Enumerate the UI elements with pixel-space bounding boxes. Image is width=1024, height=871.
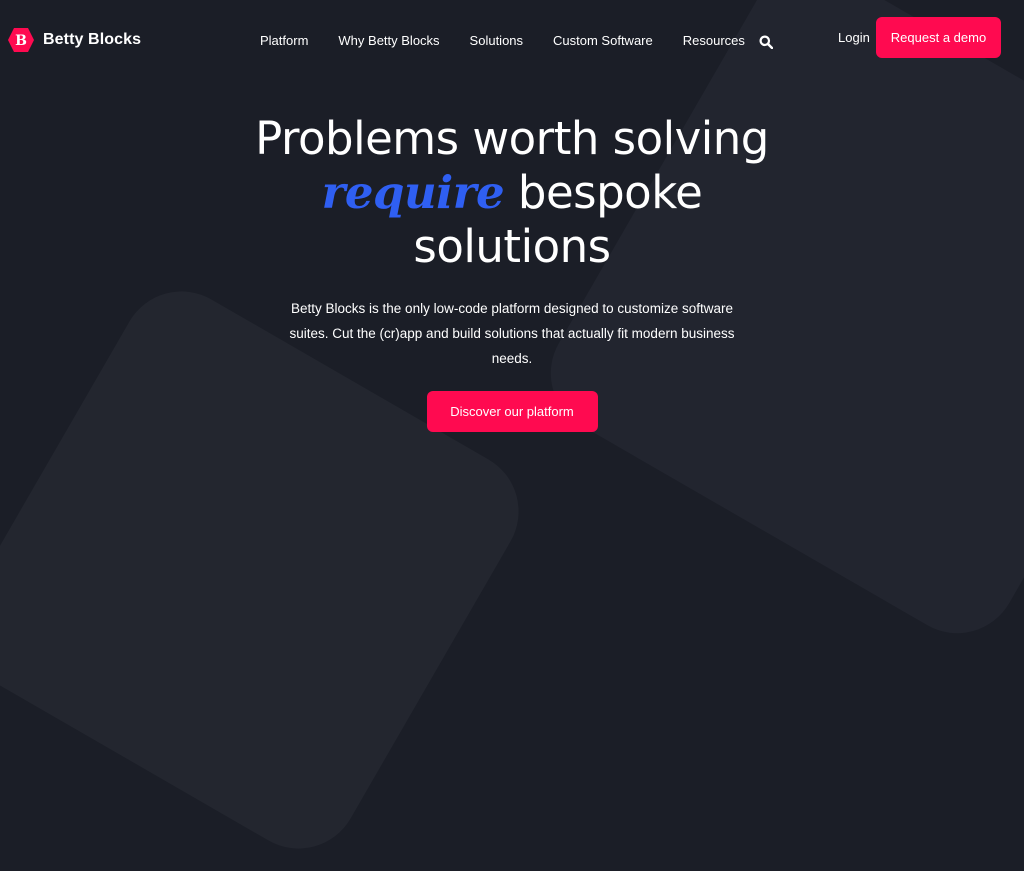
nav-item-resources[interactable]: Resources — [683, 33, 745, 48]
logo-letter: B — [15, 33, 27, 49]
hero-title-line1: Problems worth solving — [255, 112, 769, 165]
hero-title-line2: bespoke — [517, 166, 703, 219]
hero-subtitle: Betty Blocks is the only low-code platfo… — [289, 301, 735, 366]
search-icon[interactable] — [759, 35, 774, 50]
hero-title-line3: solutions — [413, 220, 611, 273]
hexagon-logo-icon: B — [7, 27, 35, 53]
hero-title-accent: require — [321, 166, 505, 219]
request-demo-button[interactable]: Request a demo — [876, 17, 1001, 58]
discover-platform-button[interactable]: Discover our platform — [426, 391, 598, 432]
nav-item-platform[interactable]: Platform — [260, 33, 308, 48]
brand-name: Betty Blocks — [43, 31, 142, 48]
login-link[interactable]: Login — [838, 30, 870, 45]
brand-logo-link[interactable]: B Betty Blocks — [7, 27, 141, 53]
site-header: B Betty Blocks Platform Why Betty Blocks… — [0, 0, 1024, 76]
nav-item-custom-software[interactable]: Custom Software — [553, 33, 653, 48]
hero-title: Problems worth solving require bespoke s… — [0, 112, 1024, 274]
nav-item-solutions[interactable]: Solutions — [470, 33, 523, 48]
main-navigation: Platform Why Betty Blocks Solutions Cust… — [260, 33, 775, 48]
nav-item-why-betty-blocks[interactable]: Why Betty Blocks — [338, 33, 439, 48]
hero-section: Problems worth solving require bespoke s… — [0, 112, 1024, 432]
